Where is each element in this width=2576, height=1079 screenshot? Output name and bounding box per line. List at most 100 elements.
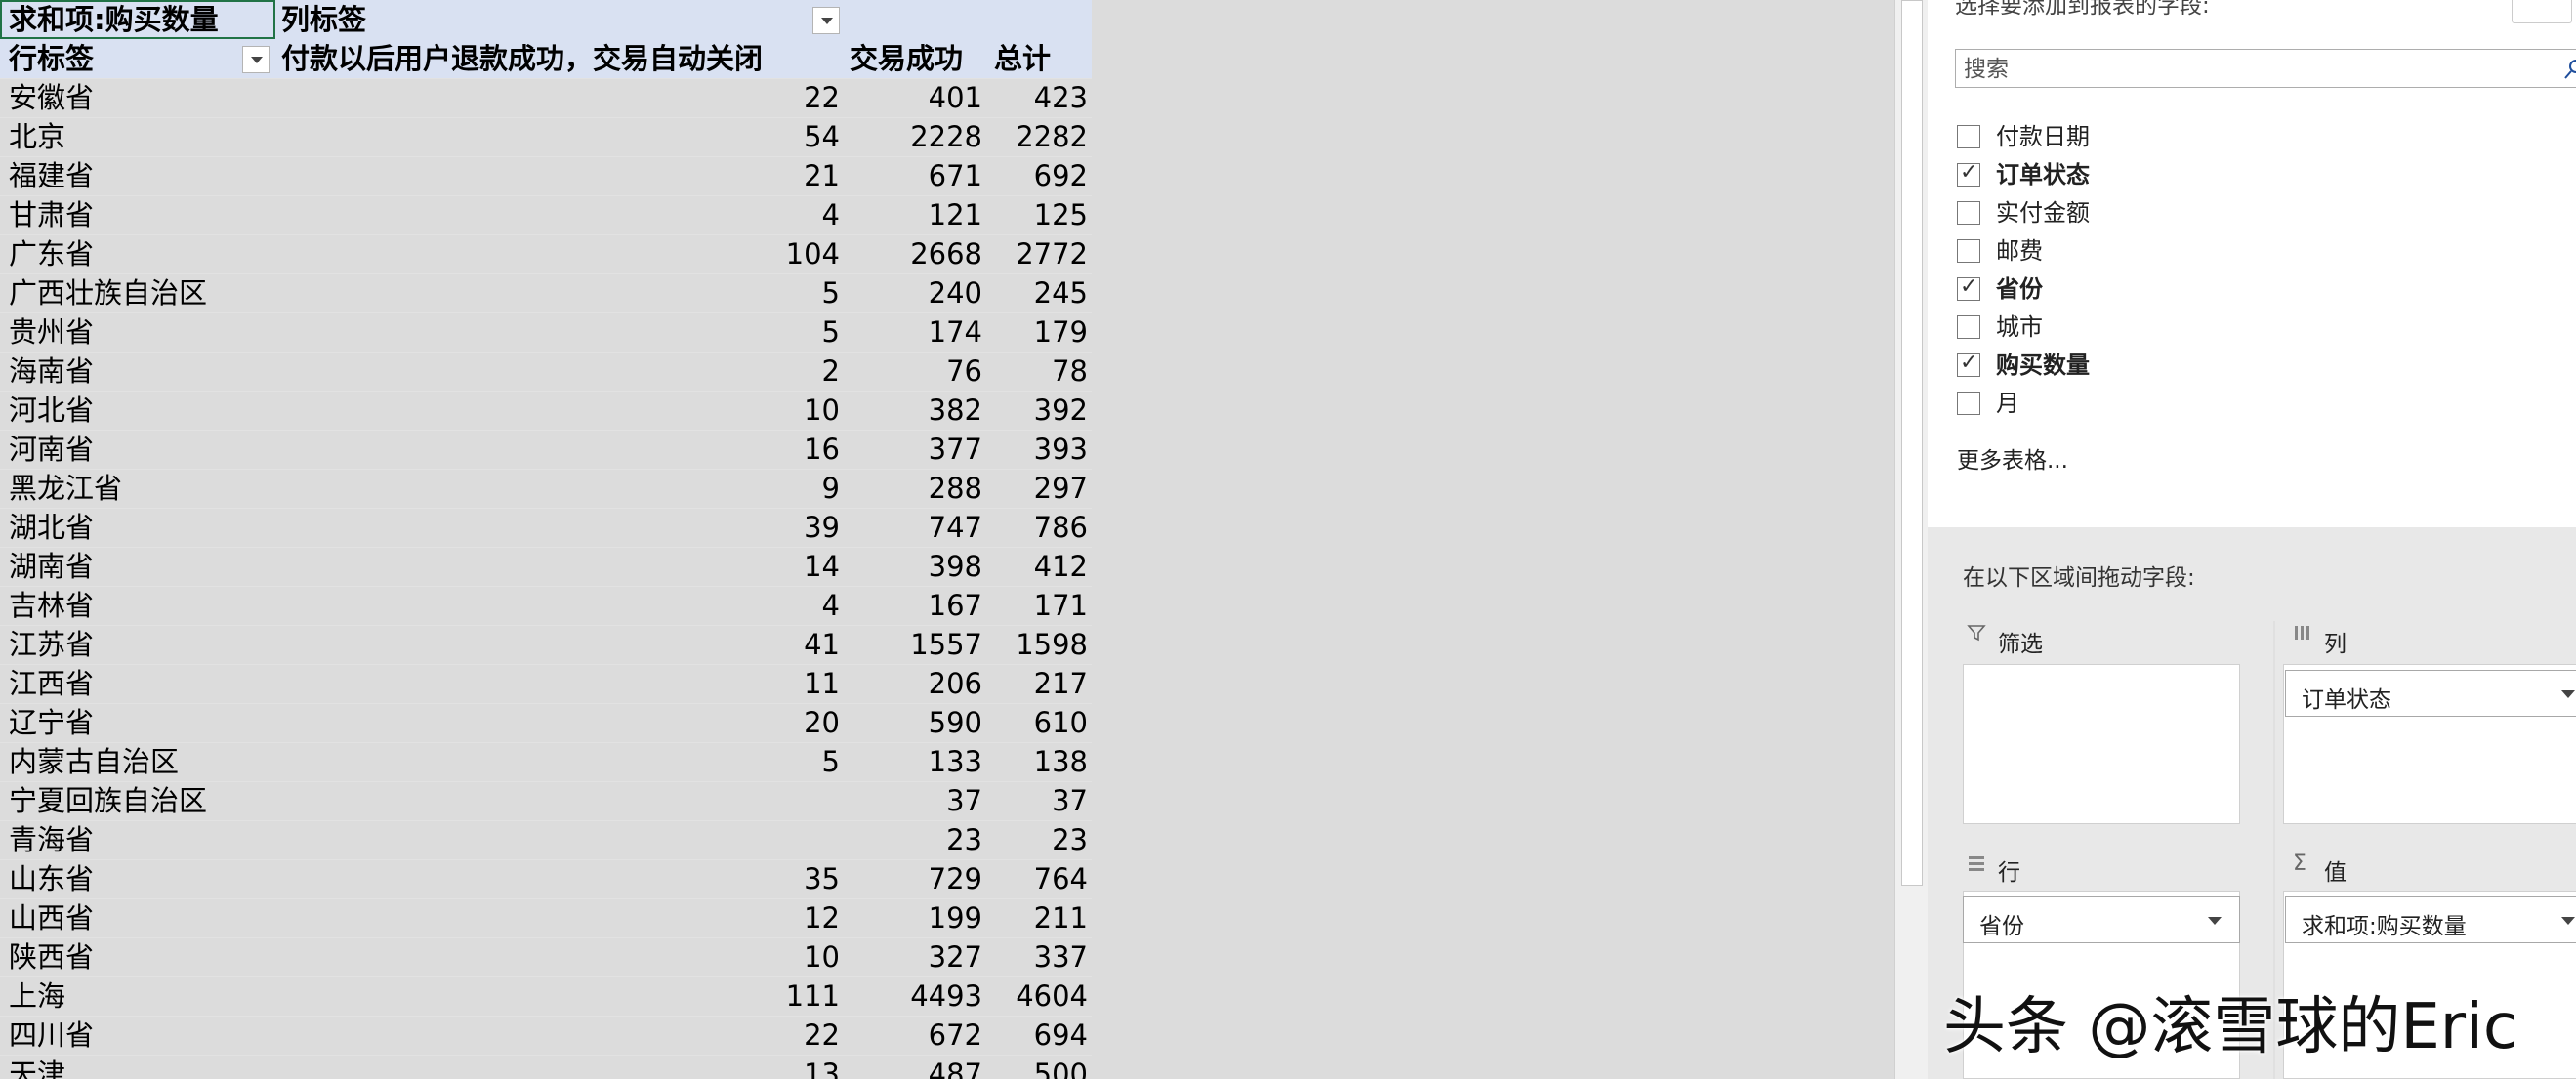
total-count-cell[interactable]: 2282 bbox=[0, 117, 1088, 156]
filter-icon bbox=[1967, 623, 1986, 648]
spreadsheet-grid[interactable]: 求和项:购买数量 列标签 行标签 付款以后用户退款成功，交易自动关闭 交易成功 … bbox=[0, 0, 1894, 1079]
field-checkbox[interactable] bbox=[1957, 315, 1980, 339]
total-count-cell[interactable]: 245 bbox=[0, 273, 1088, 312]
total-count-cell[interactable]: 423 bbox=[0, 78, 1088, 117]
pivot-header-row-1: 求和项:购买数量 列标签 bbox=[0, 0, 1092, 40]
table-row[interactable]: 广西壮族自治区 5 240 245 bbox=[0, 273, 1092, 313]
total-count-cell[interactable]: 610 bbox=[0, 703, 1088, 742]
column-labels-header[interactable]: 列标签 bbox=[281, 0, 366, 39]
total-count-cell[interactable]: 125 bbox=[0, 195, 1088, 234]
row-filter-dropdown-icon[interactable] bbox=[242, 46, 270, 73]
table-row[interactable]: 江西省 11 206 217 bbox=[0, 664, 1092, 704]
search-input[interactable] bbox=[1962, 52, 2513, 87]
sigma-icon: Σ bbox=[2293, 851, 2306, 876]
table-row[interactable]: 吉林省 4 167 171 bbox=[0, 586, 1092, 626]
total-count-cell[interactable]: 393 bbox=[0, 430, 1088, 469]
table-row[interactable]: 福建省 21 671 692 bbox=[0, 156, 1092, 196]
chevron-down-icon[interactable] bbox=[2208, 917, 2222, 925]
grid-column-line bbox=[1240, 0, 1241, 1079]
table-row[interactable]: 山西省 12 199 211 bbox=[0, 898, 1092, 938]
total-count-cell[interactable]: 500 bbox=[0, 1055, 1088, 1079]
total-count-cell[interactable]: 78 bbox=[0, 352, 1088, 391]
total-count-cell[interactable]: 694 bbox=[0, 1016, 1088, 1055]
total-count-cell[interactable]: 1598 bbox=[0, 625, 1088, 664]
table-row[interactable]: 青海省 23 23 bbox=[0, 820, 1092, 860]
field-label: 付款日期 bbox=[1996, 123, 2090, 150]
grid-column-line bbox=[1685, 0, 1686, 1079]
table-row[interactable]: 贵州省 5 174 179 bbox=[0, 312, 1092, 353]
total-count-cell[interactable]: 764 bbox=[0, 859, 1088, 898]
filter-drop-zone[interactable] bbox=[1963, 664, 2240, 824]
table-row[interactable]: 辽宁省 20 590 610 bbox=[0, 703, 1092, 743]
columns-field-chip[interactable]: 订单状态 bbox=[2285, 670, 2576, 717]
vertical-scrollbar[interactable] bbox=[1894, 0, 1929, 1079]
rows-chip-label: 省份 bbox=[1979, 914, 2024, 939]
table-row[interactable]: 四川省 22 672 694 bbox=[0, 1016, 1092, 1056]
table-row[interactable]: 甘肃省 4 121 125 bbox=[0, 195, 1092, 235]
values-field-chip[interactable]: 求和项:购买数量 bbox=[2285, 896, 2576, 943]
column-header-refund[interactable]: 付款以后用户退款成功，交易自动关闭 bbox=[281, 39, 763, 78]
column-filter-dropdown-icon[interactable] bbox=[812, 7, 840, 34]
table-row[interactable]: 广东省 104 2668 2772 bbox=[0, 234, 1092, 274]
column-header-total[interactable]: 总计 bbox=[994, 39, 1051, 78]
table-row[interactable]: 天津 13 487 500 bbox=[0, 1055, 1092, 1079]
field-checkbox[interactable] bbox=[1957, 351, 1980, 377]
table-row[interactable]: 河南省 16 377 393 bbox=[0, 430, 1092, 470]
field-checkbox[interactable] bbox=[1957, 160, 1980, 187]
row-labels-header[interactable]: 行标签 bbox=[9, 39, 94, 78]
total-count-cell[interactable]: 37 bbox=[0, 781, 1088, 820]
field-checkbox[interactable] bbox=[1957, 239, 1980, 263]
field-checkbox[interactable] bbox=[1957, 274, 1980, 301]
table-row[interactable]: 山东省 35 729 764 bbox=[0, 859, 1092, 899]
total-count-cell[interactable]: 2772 bbox=[0, 234, 1088, 273]
table-row[interactable]: 上海 111 4493 4604 bbox=[0, 976, 1092, 1017]
chevron-down-icon[interactable] bbox=[2561, 917, 2575, 925]
total-count-cell[interactable]: 217 bbox=[0, 664, 1088, 703]
table-row[interactable]: 海南省 2 76 78 bbox=[0, 352, 1092, 392]
table-row[interactable]: 内蒙古自治区 5 133 138 bbox=[0, 742, 1092, 782]
total-count-cell[interactable]: 392 bbox=[0, 391, 1088, 430]
table-row[interactable]: 湖北省 39 747 786 bbox=[0, 508, 1092, 548]
header-fill bbox=[275, 0, 1092, 39]
total-count-cell[interactable]: 23 bbox=[0, 820, 1088, 859]
total-count-cell[interactable]: 179 bbox=[0, 312, 1088, 352]
field-checkbox[interactable] bbox=[1957, 125, 1980, 148]
field-label: 月 bbox=[1996, 390, 2019, 417]
total-count-cell[interactable]: 692 bbox=[0, 156, 1088, 195]
table-row[interactable]: 宁夏回族自治区 37 37 bbox=[0, 781, 1092, 821]
table-row[interactable]: 陕西省 10 327 337 bbox=[0, 937, 1092, 977]
gear-icon[interactable] bbox=[2512, 0, 2572, 23]
total-count-cell[interactable]: 412 bbox=[0, 547, 1088, 586]
field-checkbox[interactable] bbox=[1957, 201, 1980, 225]
table-row[interactable]: 河北省 10 382 392 bbox=[0, 391, 1092, 431]
total-count-cell[interactable]: 786 bbox=[0, 508, 1088, 547]
table-row[interactable]: 北京 54 2228 2282 bbox=[0, 117, 1092, 157]
field-checkbox[interactable] bbox=[1957, 392, 1980, 415]
more-tables-link[interactable]: 更多表格... bbox=[1957, 441, 2068, 475]
columns-area-label: 列 bbox=[2324, 632, 2347, 657]
values-area-label: 值 bbox=[2324, 860, 2347, 886]
total-count-cell[interactable]: 4604 bbox=[0, 976, 1088, 1016]
drag-fields-hint: 在以下区域间拖动字段: bbox=[1963, 565, 2195, 591]
values-chip-label: 求和项:购买数量 bbox=[2302, 914, 2467, 939]
table-row[interactable]: 黑龙江省 9 288 297 bbox=[0, 469, 1092, 509]
rows-field-chip[interactable]: 省份 bbox=[1963, 896, 2240, 943]
field-list-hint: 选择要添加到报表的字段: bbox=[1955, 0, 2210, 19]
grid-column-line bbox=[1537, 0, 1538, 1079]
field-label: 订单状态 bbox=[1996, 161, 2090, 188]
field-label: 实付金额 bbox=[1996, 199, 2090, 227]
table-row[interactable]: 江苏省 41 1557 1598 bbox=[0, 625, 1092, 665]
column-header-success[interactable]: 交易成功 bbox=[850, 39, 963, 78]
table-row[interactable]: 湖南省 14 398 412 bbox=[0, 547, 1092, 587]
search-field[interactable] bbox=[1955, 49, 2576, 88]
chevron-down-icon[interactable] bbox=[2561, 690, 2575, 698]
field-label: 省份 bbox=[1996, 275, 2043, 303]
total-count-cell[interactable]: 297 bbox=[0, 469, 1088, 508]
scrollbar-thumb[interactable] bbox=[1901, 0, 1923, 886]
pivot-header-row-2: 行标签 付款以后用户退款成功，交易自动关闭 交易成功 总计 bbox=[0, 39, 1092, 79]
total-count-cell[interactable]: 138 bbox=[0, 742, 1088, 781]
total-count-cell[interactable]: 337 bbox=[0, 937, 1088, 976]
table-row[interactable]: 安徽省 22 401 423 bbox=[0, 78, 1092, 118]
total-count-cell[interactable]: 171 bbox=[0, 586, 1088, 625]
total-count-cell[interactable]: 211 bbox=[0, 898, 1088, 937]
